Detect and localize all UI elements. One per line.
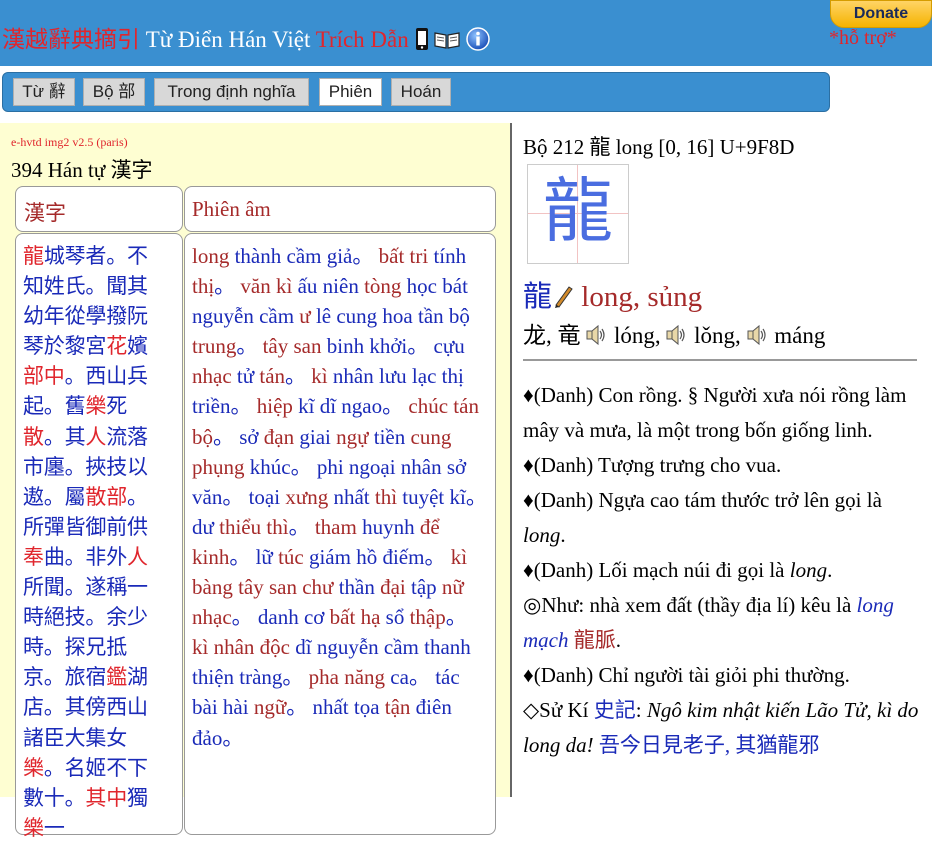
glyph-char: 龍 [543, 170, 613, 252]
reading-text: long, sủng [581, 281, 703, 313]
speaker-icon[interactable] [586, 324, 608, 352]
title-han: 漢越辭典摘引 [2, 27, 140, 52]
definition-1: ♦(Danh) Con rồng. § Người xưa nói rồng l… [523, 383, 907, 442]
tab-bo[interactable]: Bộ 部 [83, 78, 145, 106]
reading-row: 龍 long, sủng [523, 273, 702, 317]
divider [523, 359, 917, 361]
pron-mandarin-2: lǒng, [694, 323, 747, 348]
example-su-ki: ◇Sử Kí 史記: Ngô kim nhật kiến Lão Tử, kì … [523, 698, 919, 757]
support-link[interactable]: *hỗ trợ* [829, 27, 897, 50]
han-column-header: 漢字 [24, 201, 66, 225]
version-label: e-hvtd img2 v2.5 (paris) [11, 135, 128, 149]
definition-2: ♦(Danh) Tượng trưng cho vua. [523, 453, 782, 477]
tab-trong-dinh-nghia[interactable]: Trong định nghĩa [154, 78, 309, 106]
phien-column-header: Phiên âm [192, 197, 271, 221]
site-title[interactable]: 漢越辭典摘引 Từ Điển Hán Việt Trích Dẫn [2, 20, 490, 57]
book-icon[interactable] [434, 29, 460, 55]
pron-mandarin-3: máng [774, 323, 826, 348]
speaker-icon[interactable] [747, 324, 769, 352]
definition-4: ♦(Danh) Lối mạch núi đi gọi là long. [523, 558, 833, 582]
mobile-icon[interactable] [415, 27, 429, 57]
variant-chars[interactable]: 龙, 竜 [523, 323, 586, 348]
tab-tu[interactable]: Từ 辭 [13, 78, 75, 106]
definition-3: ♦(Danh) Ngựa cao tám thước trở lên gọi l… [523, 488, 882, 547]
speaker-icon[interactable] [666, 324, 688, 352]
definitions: ♦(Danh) Con rồng. § Người xưa nói rồng l… [523, 378, 923, 763]
tab-bar: Từ 辭 Bộ 部 Trong định nghĩa Phiên Hoán [2, 72, 830, 112]
pencil-icon[interactable] [552, 283, 574, 317]
phien-text[interactable]: long thành cầm giả。 bất tri tính thị。 vă… [192, 241, 488, 753]
donate-button[interactable]: Donate [830, 0, 932, 28]
glyph-image: 龍 [527, 164, 629, 264]
reading-char[interactable]: 龍 [523, 281, 552, 313]
title-viet: Từ Điển Hán Việt [145, 27, 311, 52]
entry-heading: Bộ 212 龍 long [0, 16] U+9F8D [523, 135, 795, 159]
example-long-mach: ◎Như: nhà xem đất (thầy địa lí) kêu là l… [523, 593, 894, 652]
title-trich: Trích Dẫn [315, 27, 409, 52]
variants-row: 龙, 竜 lóng, lǒng, máng [523, 316, 825, 352]
tab-phien[interactable]: Phiên [319, 78, 382, 106]
info-icon[interactable] [466, 26, 490, 57]
definition-5: ♦(Danh) Chỉ người tài giỏi phi thường. [523, 663, 850, 687]
tab-hoan[interactable]: Hoán [391, 78, 451, 106]
pron-mandarin-1: lóng, [614, 323, 667, 348]
han-text[interactable]: 龍城琴者。不知姓氏。聞其幼年從學撥阮琴於黎宮花嬪部中。西山兵起。舊樂死散。其人流… [23, 241, 165, 843]
char-count: 394 Hán tự 漢字 [11, 158, 153, 182]
